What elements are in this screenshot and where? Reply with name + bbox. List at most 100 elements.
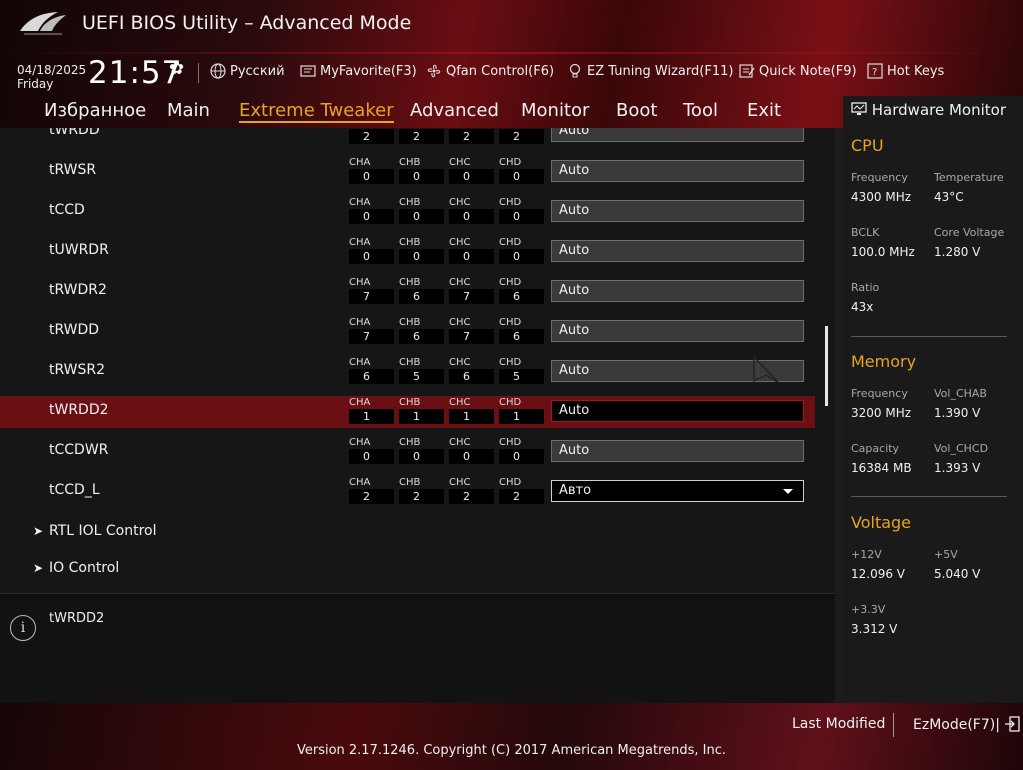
channel-name: CHB (399, 397, 421, 408)
setting-row-trwdd[interactable]: tRWDD CHA 7 CHB 6 CHC 7 CHD 6 Auto (0, 316, 815, 348)
channel-value: 0 (349, 249, 394, 264)
channel-value: 5 (399, 369, 444, 384)
channel-value: 1 (399, 409, 444, 424)
core-voltage-label: Core Voltage (934, 226, 1005, 239)
setting-value-field[interactable]: Auto (551, 280, 804, 302)
channel-name: CHC (449, 397, 471, 408)
channel-name: CHD (499, 277, 522, 288)
channel-name: CHD (499, 197, 522, 208)
qfan-button[interactable]: Qfan Control(F6) (426, 63, 554, 79)
menu-item-favorites[interactable]: Избранное (44, 100, 146, 121)
channel-value: 7 (449, 289, 494, 304)
channel-name: CHC (449, 237, 471, 248)
date-display[interactable]: 04/18/2025 Friday (17, 63, 86, 91)
ezmode-label: EzMode(F7)| (913, 717, 1000, 733)
menu-item-extreme-tweaker[interactable]: Extreme Tweaker (239, 100, 394, 123)
channel-value: 2 (449, 129, 494, 144)
setting-row-twrdd2[interactable]: tWRDD2 CHA 1 CHB 1 CHC 1 CHD 1 Auto (0, 396, 815, 428)
channel-name: CHA (349, 437, 371, 448)
channel-cha: CHA 0 (349, 436, 394, 464)
channel-cha: CHA 7 (349, 316, 394, 344)
channel-value: 2 (499, 489, 544, 504)
channel-value: 2 (349, 489, 394, 504)
channel-name: CHA (349, 277, 371, 288)
v5-label: +5V (934, 548, 958, 561)
ez-tuning-button[interactable]: EZ Tuning Wizard(F11) (567, 63, 733, 79)
menu-item-boot[interactable]: Boot (616, 100, 657, 121)
submenu-arrow-icon: ➤ (33, 524, 44, 538)
channel-chc: CHC 6 (449, 356, 494, 384)
rog-logo-icon (20, 12, 66, 35)
channel-chb: CHB 6 (399, 316, 444, 344)
setting-label: tCCDWR (49, 442, 109, 458)
v33-label: +3.3V (851, 603, 886, 616)
channel-chc: CHC 7 (449, 316, 494, 344)
channel-chb: CHB2 (399, 476, 444, 504)
last-modified-button[interactable]: Last Modified (792, 716, 885, 732)
setting-row-tccd[interactable]: tCCD CHA 0 CHB 0 CHC 0 CHD 0 Auto (0, 196, 815, 228)
capacity-value: 16384 MB (851, 461, 912, 475)
settings-scrollbar[interactable] (825, 326, 828, 406)
setting-value-field[interactable]: Auto (551, 200, 804, 222)
myfavorite-button[interactable]: MyFavorite(F3) (300, 63, 417, 79)
channel-chb: CHB 6 (399, 276, 444, 304)
setting-value-field[interactable]: Auto (551, 128, 804, 142)
channel-cha: CHA 1 (349, 396, 394, 424)
settings-panel: tWRDDCHA2CHB2CHC2CHD2AutotRWSRCHA0CHB0CH… (0, 128, 835, 593)
setting-row-trwsr2[interactable]: tRWSR2 CHA 6 CHB 5 CHC 6 CHD 5 Auto (0, 356, 815, 388)
setting-value-field[interactable]: Auto (551, 400, 804, 422)
setting-row-trwsr[interactable]: tRWSR CHA 0 CHB 0 CHC 0 CHD 0 Auto (0, 156, 815, 188)
channel-chc: CHC2 (449, 128, 494, 144)
svg-text:?: ? (872, 67, 877, 78)
channel-name: CHC (449, 277, 471, 288)
v33-value: 3.312 V (851, 622, 898, 636)
setting-value-field[interactable]: Auto (551, 320, 804, 342)
setting-label: tRWSR2 (49, 362, 106, 378)
setting-value-text: Auto (559, 128, 590, 138)
setting-row-tuwrdr[interactable]: tUWRDR CHA 0 CHB 0 CHC 0 CHD 0 Auto (0, 236, 815, 268)
channel-chd: CHD 6 (499, 316, 544, 344)
version-text: Version 2.17.1246. Copyright (C) 2017 Am… (296, 743, 727, 758)
setting-dropdown[interactable]: Авто (551, 480, 804, 502)
menu-item-monitor[interactable]: Monitor (521, 100, 589, 121)
setting-row-trwdr2[interactable]: tRWDR2 CHA 7 CHB 6 CHC 7 CHD 6 Auto (0, 276, 815, 308)
setting-row-twrdd[interactable]: tWRDD CHA2 CHB2 CHC2 CHD2 Auto (0, 128, 815, 148)
globe-icon (210, 63, 226, 79)
hot-keys-button[interactable]: ? Hot Keys (867, 63, 944, 79)
gear-icon[interactable]: ✿ (169, 58, 184, 79)
quick-note-button[interactable]: Quick Note(F9) (739, 63, 857, 79)
cpu-temperature-value: 43°C (934, 190, 964, 204)
channel-name: CHD (499, 437, 522, 448)
channel-value: 0 (349, 209, 394, 224)
bclk-value: 100.0 MHz (851, 245, 915, 259)
channel-value: 0 (399, 169, 444, 184)
menu-item-advanced[interactable]: Advanced (410, 100, 499, 121)
channel-name: CHA (349, 357, 371, 368)
channel-value: 1 (349, 409, 394, 424)
setting-value-field[interactable]: Auto (551, 240, 804, 262)
channel-name: CHB (399, 317, 421, 328)
menu-item-main[interactable]: Main (167, 100, 210, 121)
channel-chd: CHD 0 (499, 436, 544, 464)
language-button[interactable]: Русский (210, 63, 285, 79)
channel-chd: CHD 0 (499, 156, 544, 184)
menu-item-exit[interactable]: Exit (747, 100, 781, 121)
channel-value: 5 (499, 369, 544, 384)
setting-row-tccd-l[interactable]: tCCD_L CHA 2 CHB 2 CHC 2 CHD 2 Авто (0, 476, 815, 508)
ezmode-button[interactable]: EzMode(F7)| (913, 716, 1021, 733)
channel-name: CHC (449, 437, 471, 448)
channel-cha: CHA2 (349, 128, 394, 144)
menu-item-tool[interactable]: Tool (683, 100, 718, 121)
channel-value: 0 (449, 249, 494, 264)
setting-row-tccdwr[interactable]: tCCDWR CHA 0 CHB 0 CHC 0 CHD 0 Auto (0, 436, 815, 468)
channel-name: CHC (449, 157, 471, 168)
day-text: Friday (17, 77, 54, 91)
date-text: 04/18/2025 (17, 63, 87, 77)
setting-value-field[interactable]: Auto (551, 160, 804, 182)
v5-value: 5.040 V (934, 567, 981, 581)
hardware-monitor-title: Hardware Monitor (851, 101, 1006, 119)
channel-name: CHB (399, 437, 421, 448)
channel-value: 7 (349, 329, 394, 344)
setting-value-field[interactable]: Auto (551, 440, 804, 462)
v12-label: +12V (851, 548, 882, 561)
